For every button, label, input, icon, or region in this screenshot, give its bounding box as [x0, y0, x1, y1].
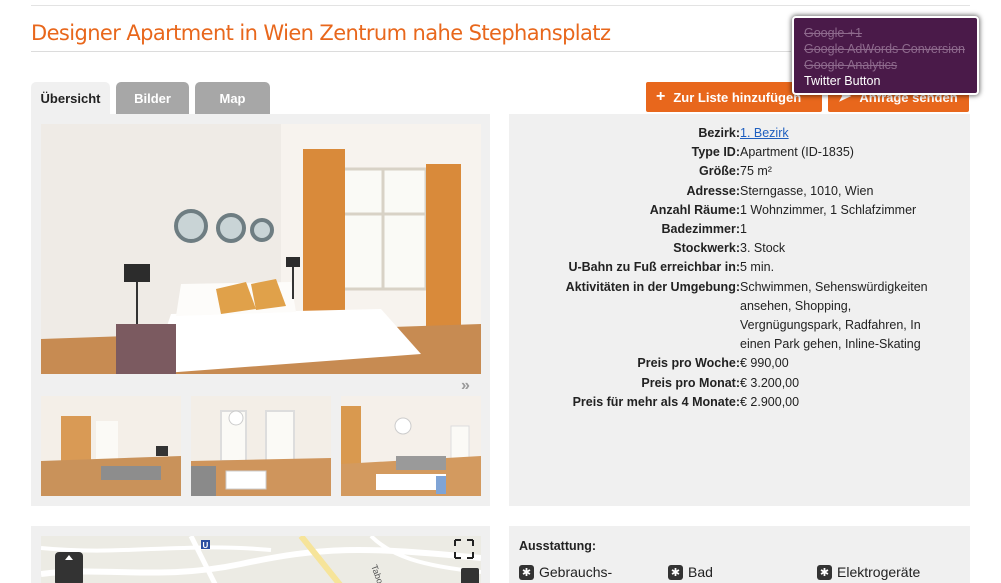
pan-control-icon[interactable]: [55, 552, 83, 583]
map-view[interactable]: U Tabors: [41, 536, 481, 583]
details-table: Bezirk: 1. Bezirk Type ID: Apartment (ID…: [509, 124, 970, 412]
detail-label: Bezirk:: [698, 126, 740, 140]
detail-label: Größe:: [699, 164, 740, 179]
detail-row-metro: U-Bahn zu Fuß erreichbar in: 5 min.: [509, 258, 970, 277]
detail-row-price-month: Preis pro Monat: € 3.200,00: [509, 374, 970, 393]
gear-icon: ✱: [817, 564, 832, 580]
detail-row-price-long: Preis für mehr als 4 Monate: € 2.900,00: [509, 393, 970, 412]
tab-bar: Übersicht Bilder Map: [31, 82, 276, 114]
detail-value: 1 Wohnzimmer, 1 Schlafzimmer: [740, 202, 917, 217]
amenity-item: ✱ Elektrogeräte: [817, 564, 920, 580]
detail-value: Apartment (ID-1835): [740, 145, 854, 160]
detail-label: Badezimmer:: [661, 222, 741, 237]
detail-label: Type ID:: [691, 145, 740, 160]
detail-row-type: Type ID: Apartment (ID-1835): [509, 143, 970, 162]
detail-value: 5 min.: [740, 260, 775, 275]
detail-row-bathrooms: Badezimmer: 1: [509, 220, 970, 239]
detail-value: € 2.900,00: [740, 394, 800, 409]
detail-value: € 990,00: [740, 356, 789, 371]
page-title: Designer Apartment in Wien Zentrum nahe …: [31, 21, 611, 45]
thumbnail-2[interactable]: [191, 396, 331, 496]
consent-item-google-plus[interactable]: Google +1: [804, 25, 977, 41]
tab-overview[interactable]: Übersicht: [31, 82, 110, 114]
detail-label: Anzahl Räume:: [649, 202, 740, 217]
detail-row-size: Größe: 75 m²: [509, 162, 970, 181]
top-strip: [31, 0, 970, 6]
detail-row-address: Adresse: Sterngasse, 1010, Wien: [509, 182, 970, 201]
tab-pictures[interactable]: Bilder: [116, 82, 189, 114]
amenity-label: Gebrauchs-: [539, 564, 613, 580]
consent-item-analytics[interactable]: Google Analytics: [804, 57, 977, 73]
thumbnail-1[interactable]: [41, 396, 181, 496]
gear-icon: ✱: [668, 564, 683, 580]
detail-label: Aktivitäten in der Umgebung:: [565, 279, 740, 294]
detail-label: Preis für mehr als 4 Monate:: [572, 394, 740, 409]
detail-value: 1: [740, 222, 747, 237]
detail-label: Stockwerk:: [673, 241, 740, 256]
thumbnail-3[interactable]: [341, 396, 481, 496]
detail-value: Sterngasse, 1010, Wien: [740, 183, 874, 198]
amenities-panel: Ausstattung: ✱ Gebrauchs- ✱ Bad ✱ Elektr…: [509, 526, 970, 583]
detail-row-activities: Aktivitäten in der Umgebung: Schwimmen, …: [509, 278, 970, 355]
metro-label: U: [203, 541, 209, 550]
consent-item-twitter[interactable]: Twitter Button: [804, 73, 977, 89]
detail-row-floor: Stockwerk: 3. Stock: [509, 239, 970, 258]
detail-value: € 3.200,00: [740, 375, 800, 390]
tab-map[interactable]: Map: [195, 82, 270, 114]
map-panel: U Tabors: [31, 526, 490, 583]
detail-label: Adresse:: [686, 183, 741, 198]
amenity-label: Bad: [688, 564, 713, 580]
consent-popup: Google +1 Google AdWords Conversion Goog…: [792, 16, 979, 95]
plus-icon: +: [656, 88, 666, 105]
title-divider: [31, 51, 791, 52]
details-panel: Bezirk: 1. Bezirk Type ID: Apartment (ID…: [509, 114, 970, 506]
amenity-item: ✱ Bad: [668, 564, 713, 580]
detail-label: Preis pro Woche:: [637, 356, 740, 371]
main-photo[interactable]: [41, 124, 481, 374]
gear-icon: ✱: [519, 564, 534, 580]
district-link[interactable]: 1. Bezirk: [740, 126, 789, 140]
add-to-list-label: Zur Liste hinzufügen: [673, 89, 802, 105]
detail-row-price-week: Preis pro Woche: € 990,00: [509, 354, 970, 373]
detail-row-rooms: Anzahl Räume: 1 Wohnzimmer, 1 Schlafzimm…: [509, 201, 970, 220]
next-image-icon[interactable]: »: [461, 377, 470, 395]
amenity-label: Elektrogeräte: [837, 564, 921, 580]
detail-label: U-Bahn zu Fuß erreichbar in:: [568, 260, 740, 275]
detail-value: 75 m²: [740, 164, 772, 179]
detail-row-district: Bezirk: 1. Bezirk: [509, 124, 970, 143]
consent-item-adwords[interactable]: Google AdWords Conversion: [804, 41, 977, 57]
gallery-panel: »: [31, 114, 490, 506]
detail-label: Preis pro Monat:: [641, 375, 740, 390]
detail-value: Schwimmen, Sehenswürdigkeiten ansehen, S…: [740, 279, 928, 352]
amenity-item: ✱ Gebrauchs-: [519, 564, 612, 580]
detail-value: 3. Stock: [740, 241, 786, 256]
amenities-title: Ausstattung:: [519, 539, 597, 553]
map-layers-icon[interactable]: [461, 568, 479, 583]
